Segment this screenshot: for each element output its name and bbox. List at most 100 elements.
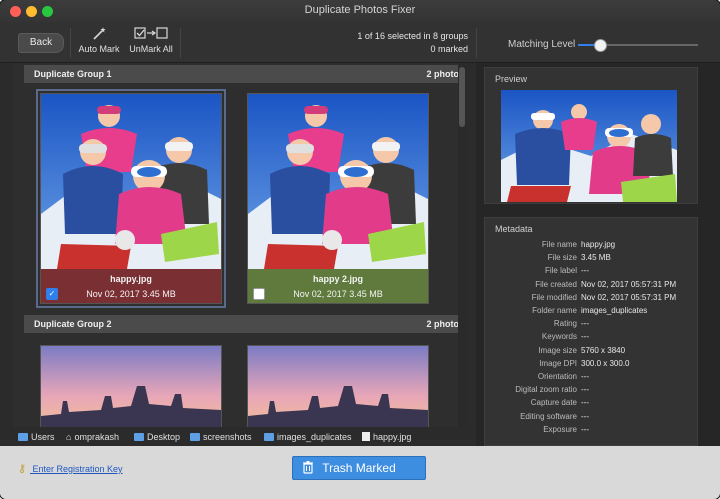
metadata-row: File created Nov 02, 2017 05:57:31 PM [485, 280, 697, 293]
metadata-key: File name [541, 240, 577, 249]
matching-level-label: Matching Level [508, 39, 576, 50]
metadata-value: --- [581, 385, 589, 395]
groups-scrollbar[interactable] [458, 63, 466, 427]
title-bar: Duplicate Photos Fixer [0, 0, 720, 23]
photo-filename: happy 2.jpg [312, 274, 363, 284]
path-crumb[interactable]: Desktop [134, 432, 180, 442]
castle-sunset-photo [41, 346, 221, 427]
groups-scroll-thumb[interactable] [459, 67, 465, 127]
unmark-all-label: UnMark All [129, 44, 173, 54]
metadata-row: File modified Nov 02, 2017 05:57:31 PM [485, 293, 697, 306]
metadata-key: File created [535, 279, 577, 289]
photo-date-size: Nov 02, 2017 3.45 MB [293, 289, 383, 299]
metadata-value: --- [581, 398, 589, 408]
key-icon: ⚷ [18, 463, 27, 475]
path-crumb[interactable]: Users [18, 432, 55, 442]
photo-filename: happy.jpg [110, 274, 152, 284]
trash-marked-button[interactable]: Trash Marked [292, 456, 426, 480]
metadata-row: Rating --- [485, 319, 697, 332]
photo-thumbnail[interactable]: happy.jpg ✓ Nov 02, 2017 3.45 MB [36, 89, 226, 308]
preview-image [501, 90, 677, 202]
metadata-title: Metadata [495, 224, 533, 234]
toolbar-divider [476, 28, 477, 58]
metadata-value: --- [581, 424, 589, 434]
file-icon [362, 432, 370, 441]
metadata-row: Folder name images_duplicates [485, 306, 697, 319]
photo-date-size: Nov 02, 2017 3.45 MB [86, 289, 176, 299]
metadata-row: File name happy.jpg [485, 240, 697, 253]
metadata-key: Keywords [541, 332, 577, 342]
home-icon: ⌂ [66, 432, 72, 442]
group-name: Duplicate Group 1 [34, 69, 112, 79]
folder-icon [18, 433, 28, 441]
metadata-row: Editing software --- [485, 412, 697, 425]
metadata-key: Rating [553, 319, 577, 329]
group-name: Duplicate Group 2 [34, 319, 112, 329]
metadata-key: File modified [531, 292, 577, 302]
metadata-value: 3.45 MB [581, 253, 611, 263]
bottom-bar: ⚷ Enter Registration Key Trash Marked [0, 446, 720, 499]
metadata-key: Capture date [530, 398, 577, 408]
metadata-value: 300.0 x 300.0 [581, 358, 630, 368]
metadata-row: Digital zoom ratio --- [485, 385, 697, 398]
path-crumb[interactable]: happy.jpg [362, 432, 411, 442]
folder-icon [134, 433, 144, 441]
path-bar: Users ⌂ omprakash Desktop screenshots ima… [14, 428, 474, 446]
auto-mark-button[interactable]: Auto Mark [72, 26, 126, 60]
path-crumb[interactable]: ⌂ omprakash [66, 432, 119, 442]
app-window: Duplicate Photos Fixer Back Auto Mark Un… [0, 0, 720, 499]
details-pane: Preview Metadata File name happy.jpg Fil… [476, 63, 720, 446]
metadata-row: Image size 5760 x 3840 [485, 346, 697, 359]
trash-marked-label: Trash Marked [322, 461, 396, 475]
metadata-value: --- [581, 411, 589, 421]
marked-status: 0 marked [430, 44, 468, 54]
metadata-row: Orientation --- [485, 372, 697, 385]
toolbar-divider [70, 28, 71, 58]
metadata-key: Editing software [520, 411, 577, 421]
metadata-value: --- [581, 372, 589, 381]
window-title: Duplicate Photos Fixer [304, 4, 416, 16]
magic-wand-icon [72, 26, 126, 44]
metadata-key: Image DPI [539, 358, 577, 368]
metadata-key: Image size [538, 345, 577, 355]
registration-link[interactable]: ⚷ Enter Registration Key [18, 462, 123, 475]
metadata-key: Orientation [537, 372, 577, 381]
toolbar-divider [180, 28, 181, 58]
photo-thumbnail[interactable]: happy 2.jpg Nov 02, 2017 3.45 MB [247, 93, 429, 304]
metadata-value: 5760 x 3840 [581, 345, 626, 355]
metadata-row: File size 3.45 MB [485, 253, 697, 266]
castle-sunset-photo [248, 346, 428, 427]
metadata-value: images_duplicates [581, 306, 648, 315]
toolbar: Back Auto Mark UnMark All 1 of 16 select… [0, 22, 720, 63]
preview-panel: Preview [484, 67, 698, 204]
metadata-row: File label --- [485, 266, 697, 279]
photo-thumbnail[interactable] [247, 345, 429, 427]
duplicate-groups-list[interactable]: Duplicate Group 1 2 photos happy.jpg ✓ N… [14, 63, 466, 427]
metadata-value: happy.jpg [581, 240, 616, 249]
metadata-row: Image DPI 300.0 x 300.0 [485, 359, 697, 372]
metadata-value: --- [581, 319, 589, 329]
selection-status: 1 of 16 selected in 8 groups [357, 31, 468, 41]
preview-title: Preview [495, 74, 528, 84]
metadata-value: Nov 02, 2017 05:57:31 PM [581, 292, 677, 302]
auto-mark-label: Auto Mark [78, 44, 120, 54]
ski-family-photo [248, 94, 428, 269]
back-button[interactable]: Back [18, 33, 64, 53]
unmark-all-button[interactable]: UnMark All [124, 26, 178, 60]
photo-thumbnail[interactable] [40, 345, 222, 427]
path-crumb[interactable]: screenshots [190, 432, 252, 442]
metadata-value: --- [581, 332, 589, 342]
photo-caption: happy 2.jpg Nov 02, 2017 3.45 MB [248, 269, 428, 303]
folder-icon [190, 433, 200, 441]
folder-icon [264, 433, 274, 441]
matching-level-thumb[interactable] [593, 39, 607, 52]
metadata-row: Keywords --- [485, 332, 697, 345]
photo-caption: happy.jpg ✓ Nov 02, 2017 3.45 MB [41, 269, 221, 303]
metadata-panel: Metadata File name happy.jpg File size 3.45… [484, 217, 698, 446]
matching-level-slider[interactable] [578, 39, 698, 52]
metadata-key: Exposure [543, 424, 577, 434]
path-crumb[interactable]: images_duplicates [264, 432, 352, 442]
group-header: Duplicate Group 2 2 photos [24, 315, 466, 333]
trash-icon [303, 461, 313, 474]
metadata-value: Nov 02, 2017 05:57:31 PM [581, 279, 677, 289]
